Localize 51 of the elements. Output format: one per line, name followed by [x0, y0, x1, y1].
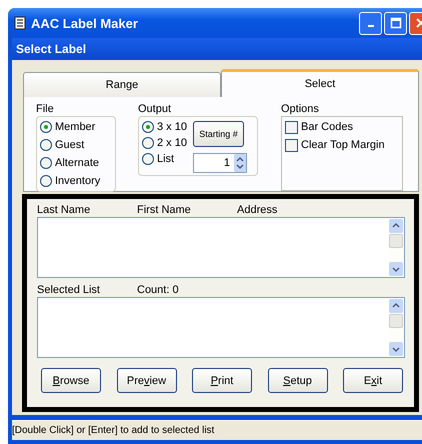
option-label: Member [55, 121, 96, 133]
radio-button[interactable] [40, 157, 52, 169]
radio-button[interactable] [40, 121, 52, 133]
status-text: [Double Click] or [Enter] to add to selected list [12, 425, 214, 436]
group-label: File [36, 103, 55, 116]
spin-arrows-icon[interactable] [234, 154, 246, 172]
scrollbar[interactable] [389, 299, 403, 356]
radio-button[interactable] [40, 175, 52, 187]
action-button[interactable]: Exit [343, 368, 403, 393]
scroll-up-icon[interactable] [389, 299, 403, 313]
starting-number-button[interactable]: Starting # [192, 121, 244, 147]
radio-button[interactable] [40, 139, 52, 151]
option-label: Alternate [55, 157, 100, 169]
maximize-icon[interactable] [390, 17, 402, 29]
app-icon [14, 16, 26, 30]
checkbox[interactable] [285, 138, 298, 152]
checkbox-label: Clear Top Margin [301, 139, 385, 151]
tab[interactable]: Select [221, 69, 419, 97]
option-label: Inventory [55, 175, 100, 187]
maximize-button[interactable] [384, 12, 407, 34]
option-label: 2 x 10 [157, 137, 187, 149]
action-button[interactable]: Print [192, 368, 252, 393]
window-title: AAC Label Maker [31, 16, 138, 30]
action-button[interactable]: Browse [41, 368, 101, 393]
radio-button[interactable] [142, 121, 154, 133]
group-label: Options [281, 103, 320, 116]
tab[interactable]: Range [23, 72, 221, 97]
group-label: Output [138, 103, 172, 116]
option-label: 3 x 10 [157, 121, 187, 133]
list-box[interactable] [37, 217, 405, 278]
checkbox[interactable] [285, 120, 298, 134]
column-header: Last Name [37, 204, 92, 217]
radio-button[interactable] [142, 137, 154, 149]
list-box[interactable] [37, 297, 405, 358]
scroll-up-icon[interactable] [389, 219, 403, 233]
option-label: List [157, 153, 174, 165]
scrollbar[interactable] [389, 219, 403, 276]
scroll-down-icon[interactable] [389, 262, 403, 276]
number-spinner[interactable]: 1 [192, 153, 247, 173]
column-header: First Name [137, 204, 192, 217]
radio-button[interactable] [142, 153, 154, 165]
minimize-button[interactable] [359, 12, 382, 34]
action-button[interactable]: Preview [116, 368, 176, 393]
count-label: Count: 0 [137, 284, 180, 297]
action-button[interactable]: Setup [268, 368, 328, 393]
list-label: Selected List [37, 284, 101, 297]
dialog-title: Select Label [12, 38, 422, 60]
option-label: Guest [55, 139, 84, 151]
scroll-down-icon[interactable] [389, 342, 403, 356]
checkbox-label: Bar Codes [301, 121, 353, 133]
column-header: Address [237, 204, 278, 217]
